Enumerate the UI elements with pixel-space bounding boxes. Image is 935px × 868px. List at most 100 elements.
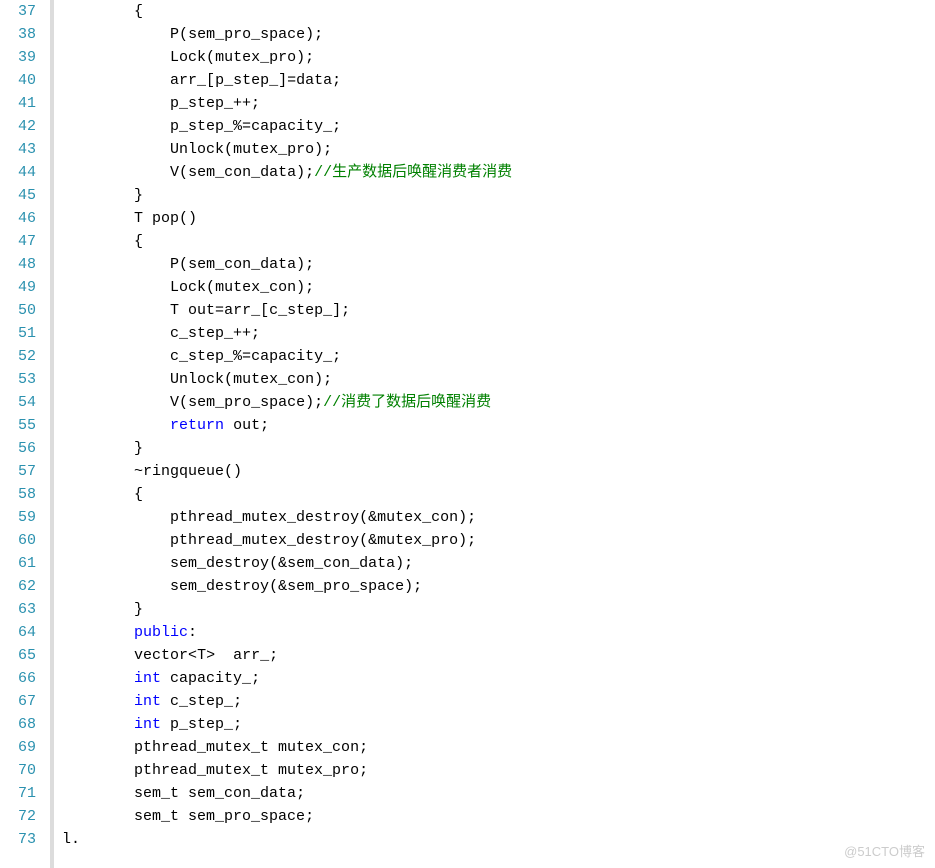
code-line[interactable]: int capacity_; [62, 667, 935, 690]
code-line[interactable]: l. [62, 828, 935, 851]
code-token: ( [206, 49, 215, 66]
code-token: public [134, 624, 188, 641]
code-line[interactable]: Lock(mutex_pro); [62, 46, 935, 69]
code-area[interactable]: { P(sem_pro_space); Lock(mutex_pro); arr… [50, 0, 935, 868]
code-line[interactable]: } [62, 437, 935, 460]
code-line[interactable]: pthread_mutex_t mutex_pro; [62, 759, 935, 782]
line-number: 62 [18, 575, 36, 598]
line-number: 56 [18, 437, 36, 460]
line-number: 53 [18, 368, 36, 391]
line-number: 68 [18, 713, 36, 736]
code-line[interactable]: int p_step_; [62, 713, 935, 736]
code-token: sem_destroy [62, 555, 269, 572]
line-number-gutter: 3738394041424344454647484950515253545556… [0, 0, 50, 868]
code-token: > [206, 647, 233, 664]
code-line[interactable]: vector<T> arr_; [62, 644, 935, 667]
code-editor[interactable]: 3738394041424344454647484950515253545556… [0, 0, 935, 868]
line-number: 52 [18, 345, 36, 368]
code-token: mutex_con [215, 279, 296, 296]
code-token: V [62, 394, 179, 411]
code-line[interactable]: c_step_++; [62, 322, 935, 345]
line-number: 60 [18, 529, 36, 552]
code-token: ); [305, 26, 323, 43]
code-token: (& [269, 578, 287, 595]
code-token: T out [62, 302, 215, 319]
code-token: p_step_ [62, 95, 233, 112]
code-line[interactable]: Lock(mutex_con); [62, 276, 935, 299]
code-token: (& [359, 532, 377, 549]
code-token: ++; [233, 95, 260, 112]
code-line[interactable]: { [62, 0, 935, 23]
code-token: ]; [332, 302, 350, 319]
watermark: @51CTO博客 [844, 841, 925, 860]
code-line[interactable]: { [62, 230, 935, 253]
line-number: 61 [18, 552, 36, 575]
line-number: 43 [18, 138, 36, 161]
code-line[interactable]: sem_t sem_con_data; [62, 782, 935, 805]
line-number: 70 [18, 759, 36, 782]
code-token: ]= [278, 72, 296, 89]
code-line[interactable]: Unlock(mutex_con); [62, 368, 935, 391]
code-line[interactable]: public: [62, 621, 935, 644]
code-token: () [224, 463, 242, 480]
code-token: } [62, 440, 143, 457]
code-token: [ [260, 302, 269, 319]
code-token: pthread_mutex_destroy [62, 532, 359, 549]
code-line[interactable]: T out=arr_[c_step_]; [62, 299, 935, 322]
code-token: sem_destroy [62, 578, 269, 595]
line-number: 57 [18, 460, 36, 483]
code-line[interactable]: pthread_mutex_destroy(&mutex_pro); [62, 529, 935, 552]
code-token: ; [296, 785, 305, 802]
line-number: 69 [18, 736, 36, 759]
code-line[interactable]: sem_destroy(&sem_con_data); [62, 552, 935, 575]
code-line[interactable]: return out; [62, 414, 935, 437]
code-token: ; [332, 348, 341, 365]
code-token: ; [269, 647, 278, 664]
code-token: sem_t sem_con_data [62, 785, 296, 802]
code-line[interactable]: } [62, 184, 935, 207]
code-token: ( [179, 26, 188, 43]
code-token: mutex_con [377, 509, 458, 526]
code-token: T pop [62, 210, 179, 227]
code-token: out [224, 417, 260, 434]
code-token: ); [305, 394, 323, 411]
code-line[interactable]: sem_destroy(&sem_pro_space); [62, 575, 935, 598]
code-token: ( [224, 371, 233, 388]
code-token: capacity_ [251, 348, 332, 365]
code-line[interactable]: P(sem_con_data); [62, 253, 935, 276]
code-line[interactable]: } [62, 598, 935, 621]
code-line[interactable]: V(sem_con_data);//生产数据后唤醒消费者消费 [62, 161, 935, 184]
code-line[interactable]: pthread_mutex_t mutex_con; [62, 736, 935, 759]
line-number: 38 [18, 23, 36, 46]
code-line[interactable]: V(sem_pro_space);//消费了数据后唤醒消费 [62, 391, 935, 414]
code-token: [ [206, 72, 215, 89]
code-token: } [62, 601, 143, 618]
code-token: Lock [62, 49, 206, 66]
code-line[interactable]: arr_[p_step_]=data; [62, 69, 935, 92]
code-line[interactable]: p_step_%=capacity_; [62, 115, 935, 138]
code-token: capacity_ [161, 670, 251, 687]
code-token: ; [251, 670, 260, 687]
code-line[interactable]: P(sem_pro_space); [62, 23, 935, 46]
line-number: 39 [18, 46, 36, 69]
code-token: Unlock [62, 141, 224, 158]
line-number: 55 [18, 414, 36, 437]
line-number: 44 [18, 161, 36, 184]
code-token: c_step_ [161, 693, 233, 710]
code-line[interactable]: c_step_%=capacity_; [62, 345, 935, 368]
code-line[interactable]: sem_t sem_pro_space; [62, 805, 935, 828]
code-line[interactable]: { [62, 483, 935, 506]
code-line[interactable]: p_step_++; [62, 92, 935, 115]
code-token: mutex_con [233, 371, 314, 388]
line-number: 45 [18, 184, 36, 207]
code-line[interactable]: pthread_mutex_destroy(&mutex_con); [62, 506, 935, 529]
code-token: Lock [62, 279, 206, 296]
code-line[interactable]: int c_step_; [62, 690, 935, 713]
code-token: sem_pro_space [188, 26, 305, 43]
code-line[interactable]: Unlock(mutex_pro); [62, 138, 935, 161]
code-line[interactable]: ~ringqueue() [62, 460, 935, 483]
code-token: < [188, 647, 197, 664]
code-line[interactable]: T pop() [62, 207, 935, 230]
line-number: 37 [18, 0, 36, 23]
code-token: mutex_pro [377, 532, 458, 549]
